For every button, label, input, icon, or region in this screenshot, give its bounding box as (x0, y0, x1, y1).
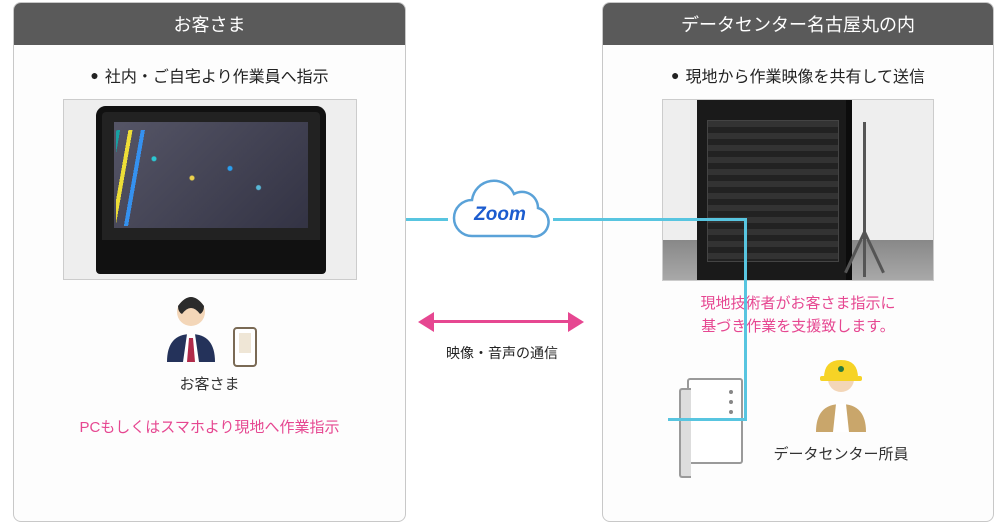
datacenter-staff-label: データセンター所員 (773, 443, 908, 464)
customer-person-icon (162, 294, 220, 367)
server-icon (687, 378, 743, 464)
connection-label: 映像・音声の通信 (430, 343, 574, 363)
customer-panel-title: お客さま (14, 3, 405, 45)
customer-label: お客さま (14, 373, 405, 394)
connection-line (668, 418, 747, 421)
customer-bullet: 社内・ご自宅より作業員へ指示 (14, 63, 405, 87)
customer-panel: お客さま 社内・ご自宅より作業員へ指示 お客さま PCもしくはスマホより現地へ作… (13, 2, 406, 522)
customer-icon-area: お客さま (14, 294, 405, 394)
cloud-label: Zoom (444, 204, 556, 226)
datacenter-desc-line1: 現地技術者がお客さま指示に (700, 295, 895, 312)
datacenter-staff-icon (810, 360, 872, 437)
connection-line (406, 218, 448, 221)
datacenter-desc-line2: 基づき作業を支援致します。 (701, 318, 895, 335)
bidirectional-arrow-icon (418, 310, 584, 334)
laptop-photo (63, 99, 357, 280)
datacenter-panel: データセンター名古屋丸の内 現地から作業映像を共有して送信 現地技術者がお客さま… (602, 2, 994, 522)
connection-line (553, 218, 746, 221)
datacenter-bullet: 現地から作業映像を共有して送信 (603, 63, 993, 87)
datacenter-bottom-row: データセンター所員 (603, 360, 993, 464)
rack-photo (662, 99, 934, 281)
cloud-icon: Zoom (444, 178, 556, 250)
datacenter-desc: 現地技術者がお客さま指示に 基づき作業を支援致します。 (603, 293, 993, 338)
connection-line (744, 218, 747, 420)
smartphone-icon (233, 327, 257, 367)
customer-bottom-text: PCもしくはスマホより現地へ作業指示 (14, 416, 405, 437)
datacenter-panel-title: データセンター名古屋丸の内 (603, 3, 993, 45)
